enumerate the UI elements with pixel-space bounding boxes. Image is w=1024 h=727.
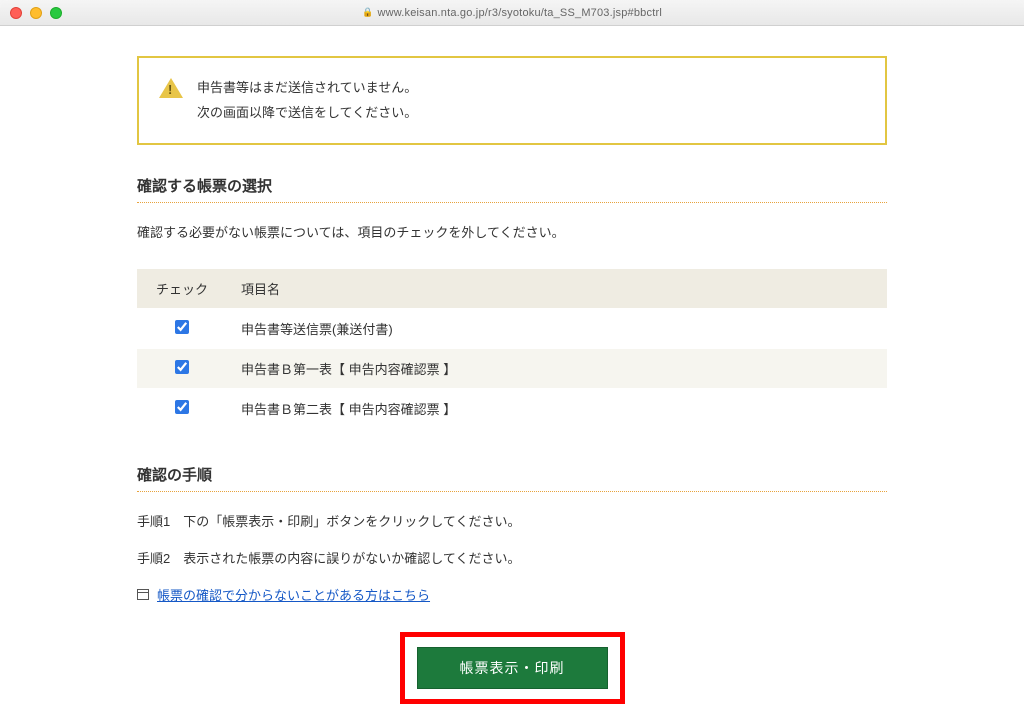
highlight-frame: 帳票表示・印刷	[400, 632, 625, 704]
alert-box: 申告書等はまだ送信されていません。 次の画面以降で送信をしてください。	[137, 56, 887, 145]
check-item-1[interactable]	[175, 360, 189, 374]
help-link-row: 帳票の確認で分からないことがある方はこちら	[137, 585, 887, 604]
col-check: チェック	[137, 269, 227, 309]
step2: 手順2 表示された帳票の内容に誤りがないか確認してください。	[137, 547, 887, 570]
table-row: 申告書Ｂ第一表【 申告内容確認票 】	[137, 348, 887, 388]
item-label-1: 申告書Ｂ第一表【 申告内容確認票 】	[227, 348, 887, 388]
url-text: www.keisan.nta.go.jp/r3/syotoku/ta_SS_M7…	[377, 7, 662, 19]
alert-line1: 申告書等はまだ送信されていません。	[197, 76, 417, 101]
step1: 手順1 下の「帳票表示・印刷」ボタンをクリックしてください。	[137, 510, 887, 533]
table-row: 申告書Ｂ第二表【 申告内容確認票 】	[137, 388, 887, 428]
new-window-icon	[137, 589, 149, 600]
section-title-select: 確認する帳票の選択	[137, 175, 887, 203]
url-display: 🔒 www.keisan.nta.go.jp/r3/syotoku/ta_SS_…	[362, 7, 662, 19]
item-label-2: 申告書Ｂ第二表【 申告内容確認票 】	[227, 388, 887, 428]
lock-icon: 🔒	[362, 7, 373, 18]
print-button[interactable]: 帳票表示・印刷	[417, 647, 608, 689]
warning-icon	[159, 78, 183, 98]
help-link[interactable]: 帳票の確認で分からないことがある方はこちら	[157, 585, 430, 604]
print-button-wrap: 帳票表示・印刷	[137, 632, 887, 704]
maximize-icon[interactable]	[50, 7, 62, 19]
page-viewport[interactable]: 申告書等はまだ送信されていません。 次の画面以降で送信をしてください。 確認する…	[0, 26, 1024, 727]
forms-table: チェック 項目名 申告書等送信票(兼送付書) 申告書Ｂ第一表【 申告内容確認票 …	[137, 269, 887, 428]
col-item: 項目名	[227, 269, 887, 309]
page-body: 申告書等はまだ送信されていません。 次の画面以降で送信をしてください。 確認する…	[137, 56, 887, 727]
table-row: 申告書等送信票(兼送付書)	[137, 308, 887, 348]
browser-window: 🔒 www.keisan.nta.go.jp/r3/syotoku/ta_SS_…	[0, 0, 1024, 727]
window-controls	[10, 7, 62, 19]
item-label-0: 申告書等送信票(兼送付書)	[227, 308, 887, 348]
browser-titlebar: 🔒 www.keisan.nta.go.jp/r3/syotoku/ta_SS_…	[0, 0, 1024, 26]
check-item-2[interactable]	[175, 400, 189, 414]
section-title-steps: 確認の手順	[137, 464, 887, 492]
section-desc-select: 確認する必要がない帳票については、項目のチェックを外してください。	[137, 221, 887, 244]
close-icon[interactable]	[10, 7, 22, 19]
alert-message: 申告書等はまだ送信されていません。 次の画面以降で送信をしてください。	[197, 76, 417, 125]
minimize-icon[interactable]	[30, 7, 42, 19]
check-item-0[interactable]	[175, 320, 189, 334]
alert-line2: 次の画面以降で送信をしてください。	[197, 101, 417, 126]
